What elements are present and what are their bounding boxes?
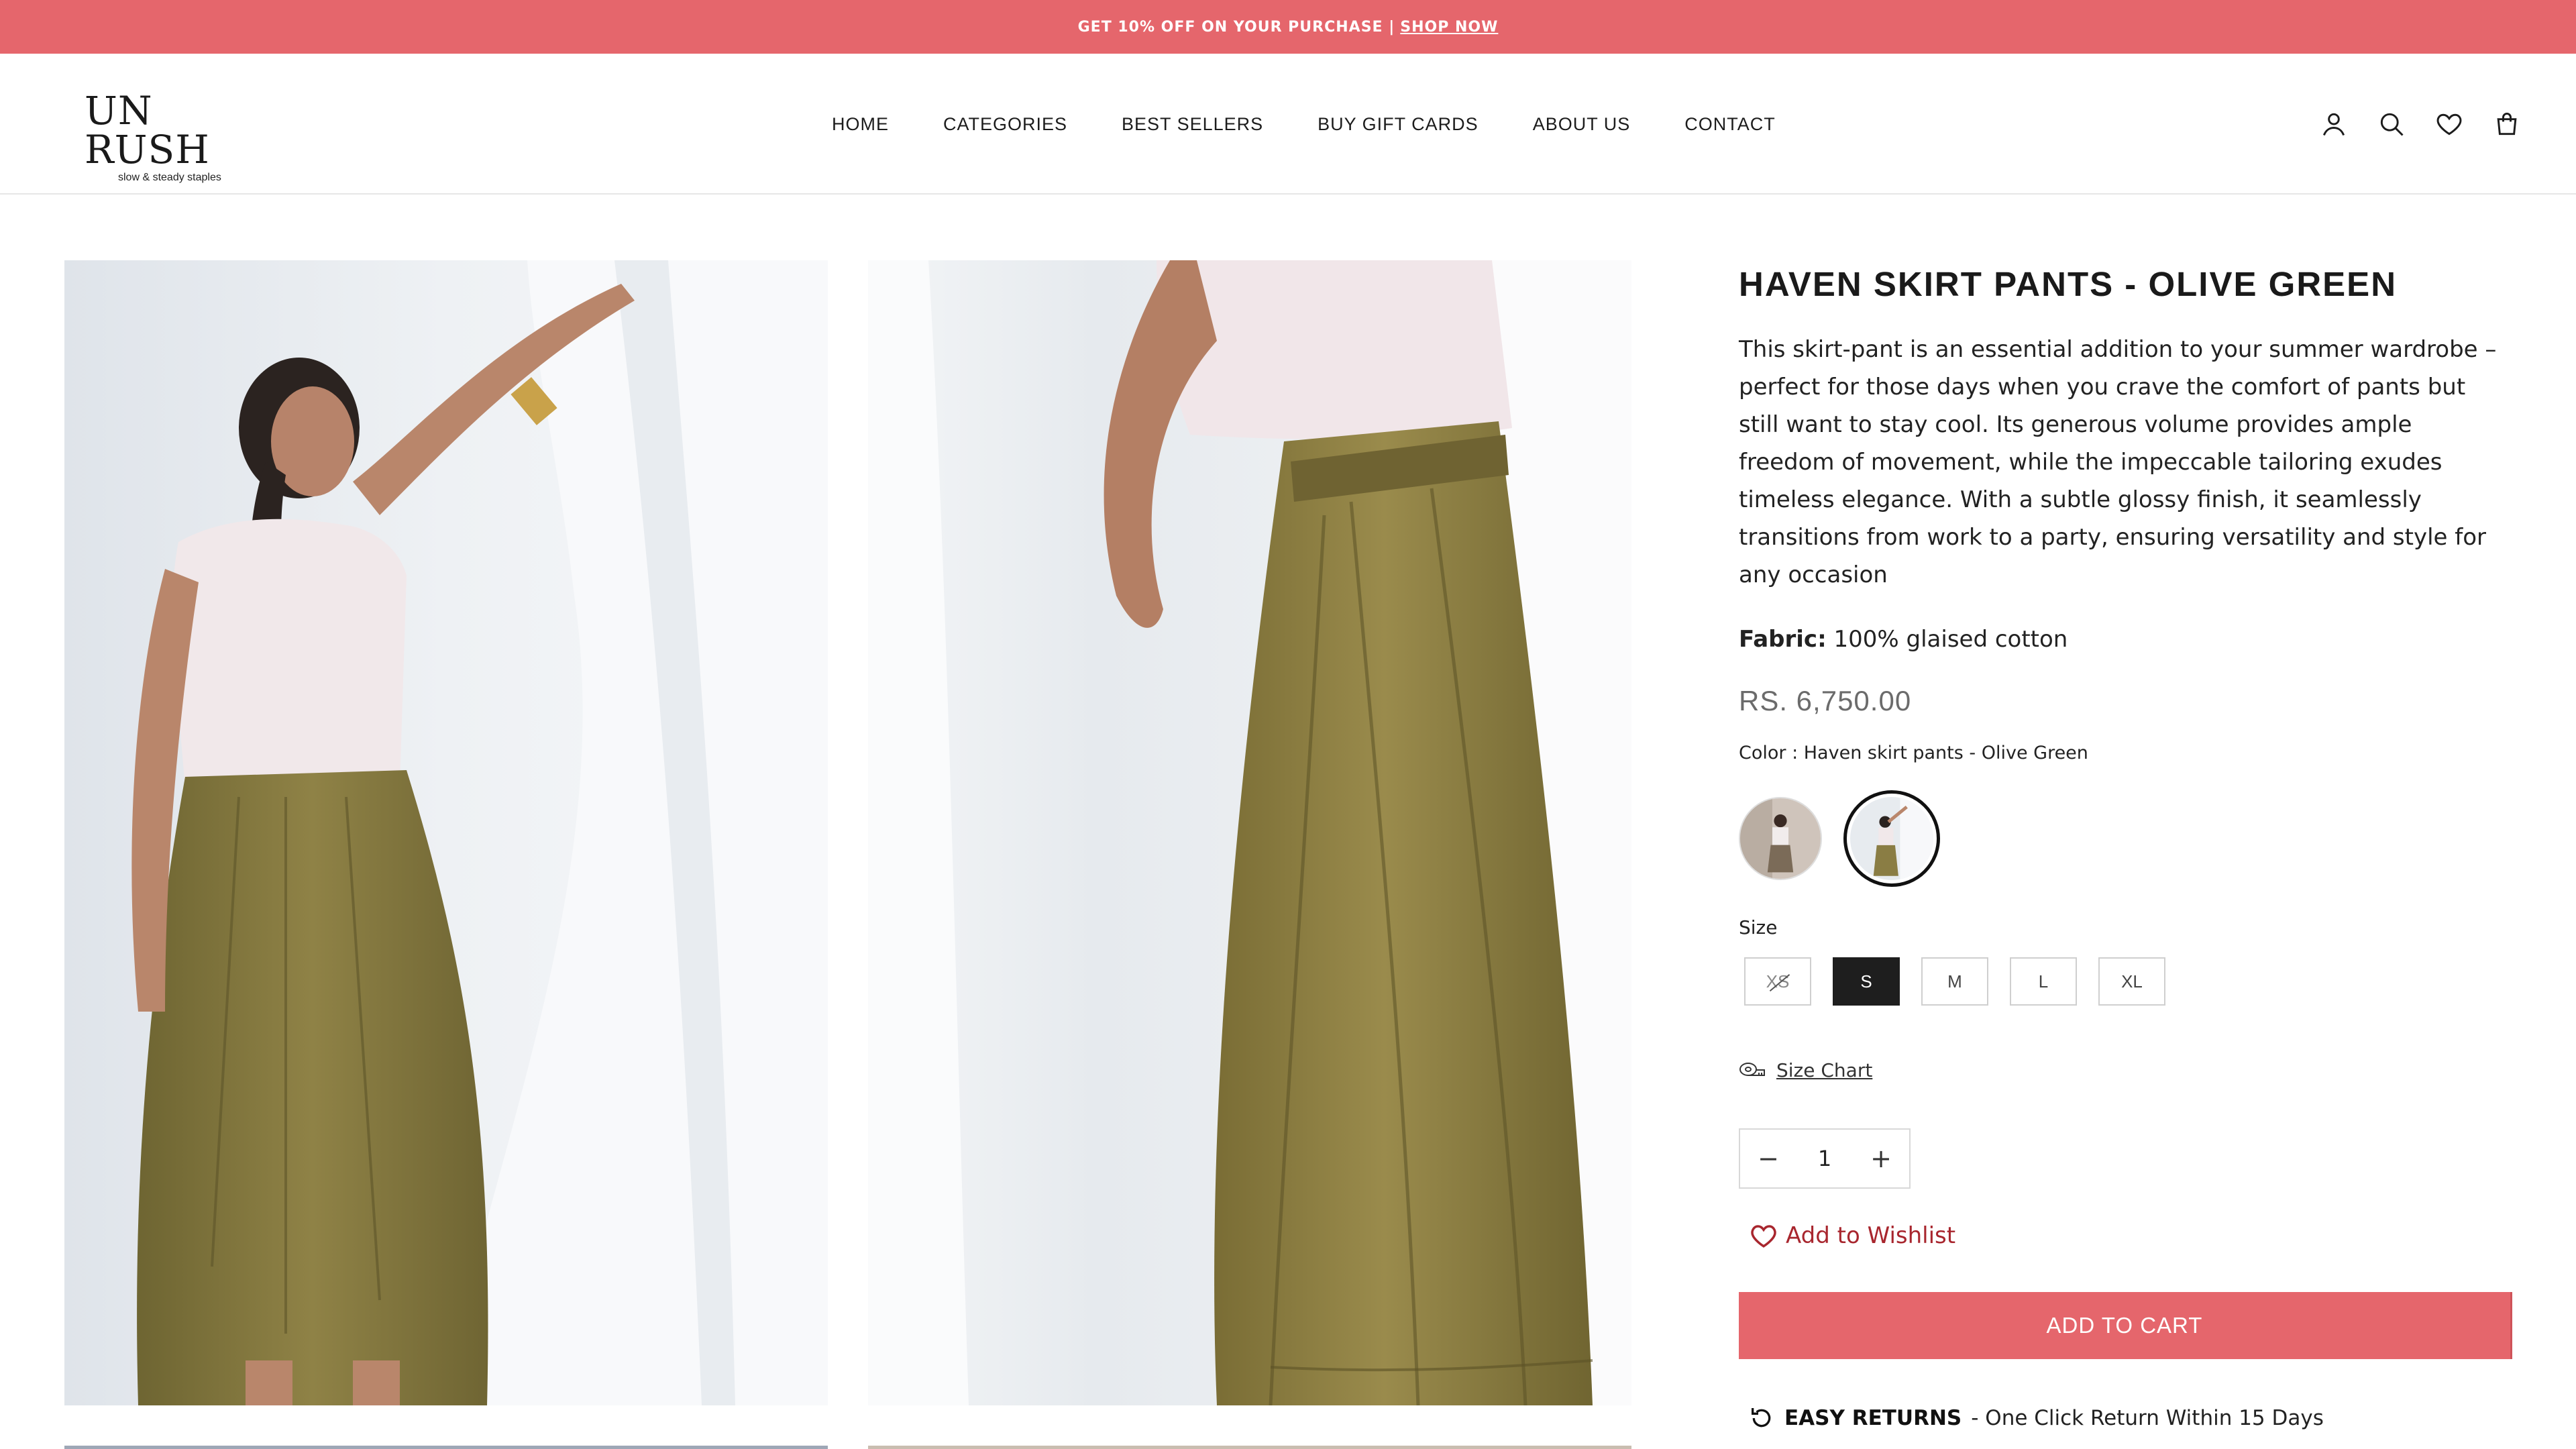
fabric-label: Fabric: <box>1739 626 1827 653</box>
add-to-wishlist-button[interactable]: Add to Wishlist <box>1750 1222 2510 1249</box>
size-option-m[interactable]: M <box>1921 957 1988 1006</box>
size-option-xs[interactable]: XS <box>1744 957 1811 1006</box>
search-icon[interactable] <box>2376 109 2407 140</box>
announcement-text: GET 10% OFF ON YOUR PURCHASE | <box>1077 18 1395 36</box>
color-swatch-2-selected[interactable] <box>1843 790 1940 887</box>
nav-about-us[interactable]: ABOUT US <box>1533 114 1631 135</box>
nav-buy-gift-cards[interactable]: BUY GIFT CARDS <box>1318 114 1479 135</box>
size-chart-link[interactable]: Size Chart <box>1739 1059 2510 1081</box>
size-option-l[interactable]: L <box>2010 957 2077 1006</box>
nav-categories[interactable]: CATEGORIES <box>943 114 1067 135</box>
wishlist-label: Add to Wishlist <box>1786 1222 1956 1249</box>
product-image-1[interactable] <box>64 260 828 1405</box>
product-title: HAVEN SKIRT PANTS - OLIVE GREEN <box>1739 265 2398 303</box>
product-info: HAVEN SKIRT PANTS - OLIVE GREEN This ski… <box>1739 260 2510 1432</box>
returns-detail: - One Click Return Within 15 Days <box>1971 1406 2324 1430</box>
color-label: Color : Haven skirt pants - Olive Green <box>1739 743 2088 763</box>
wishlist-icon[interactable] <box>2434 109 2465 140</box>
size-options: XS S M L XL <box>1744 957 2510 1006</box>
easy-returns-info: EASY RETURNS - One Click Return Within 1… <box>1748 1405 2510 1432</box>
size-label: Size <box>1739 916 1778 938</box>
announcement-bar: GET 10% OFF ON YOUR PURCHASE | SHOP NOW <box>0 0 2576 54</box>
color-swatch-1[interactable] <box>1739 797 1822 880</box>
product-fabric: Fabric: 100% glaised cotton <box>1739 626 2510 653</box>
quantity-decrease-button[interactable]: − <box>1740 1130 1796 1187</box>
shop-now-link[interactable]: SHOP NOW <box>1400 19 1498 36</box>
main-nav: HOME CATEGORIES BEST SELLERS BUY GIFT CA… <box>832 54 1776 195</box>
gallery-next-row-1 <box>64 1446 828 1449</box>
quantity-stepper: − 1 + <box>1739 1128 1911 1189</box>
account-icon[interactable] <box>2318 109 2349 140</box>
nav-contact[interactable]: CONTACT <box>1684 114 1776 135</box>
quantity-value[interactable]: 1 <box>1796 1146 1853 1171</box>
return-arrow-icon <box>1752 1408 1771 1428</box>
size-option-xl[interactable]: XL <box>2098 957 2165 1006</box>
site-header: UN RUSH slow & steady staples HOME CATEG… <box>0 54 2576 195</box>
fabric-value: 100% glaised cotton <box>1833 626 2068 653</box>
size-chart-label: Size Chart <box>1776 1059 1873 1081</box>
add-to-cart-button[interactable]: ADD TO CART <box>1739 1292 2510 1359</box>
product-description: This skirt-pant is an essential addition… <box>1739 336 2497 588</box>
logo[interactable]: UN RUSH slow & steady staples <box>85 91 279 184</box>
color-swatches <box>1739 790 2510 887</box>
gallery-next-row-2 <box>868 1446 1631 1449</box>
cart-icon[interactable] <box>2491 109 2522 140</box>
product-image-2[interactable] <box>868 260 1631 1405</box>
nav-home[interactable]: HOME <box>832 114 889 135</box>
size-option-s[interactable]: S <box>1833 957 1900 1006</box>
nav-best-sellers[interactable]: BEST SELLERS <box>1122 114 1263 135</box>
logo-text: UN RUSH <box>85 88 210 172</box>
returns-title: EASY RETURNS <box>1784 1406 1962 1430</box>
quantity-increase-button[interactable]: + <box>1853 1130 1909 1187</box>
logo-tagline: slow & steady staples <box>118 172 221 183</box>
product-price: RS. 6,750.00 <box>1739 685 1912 716</box>
heart-icon <box>1751 1225 1776 1248</box>
header-icons <box>2318 54 2522 195</box>
measuring-tape-icon <box>1739 1062 1765 1076</box>
